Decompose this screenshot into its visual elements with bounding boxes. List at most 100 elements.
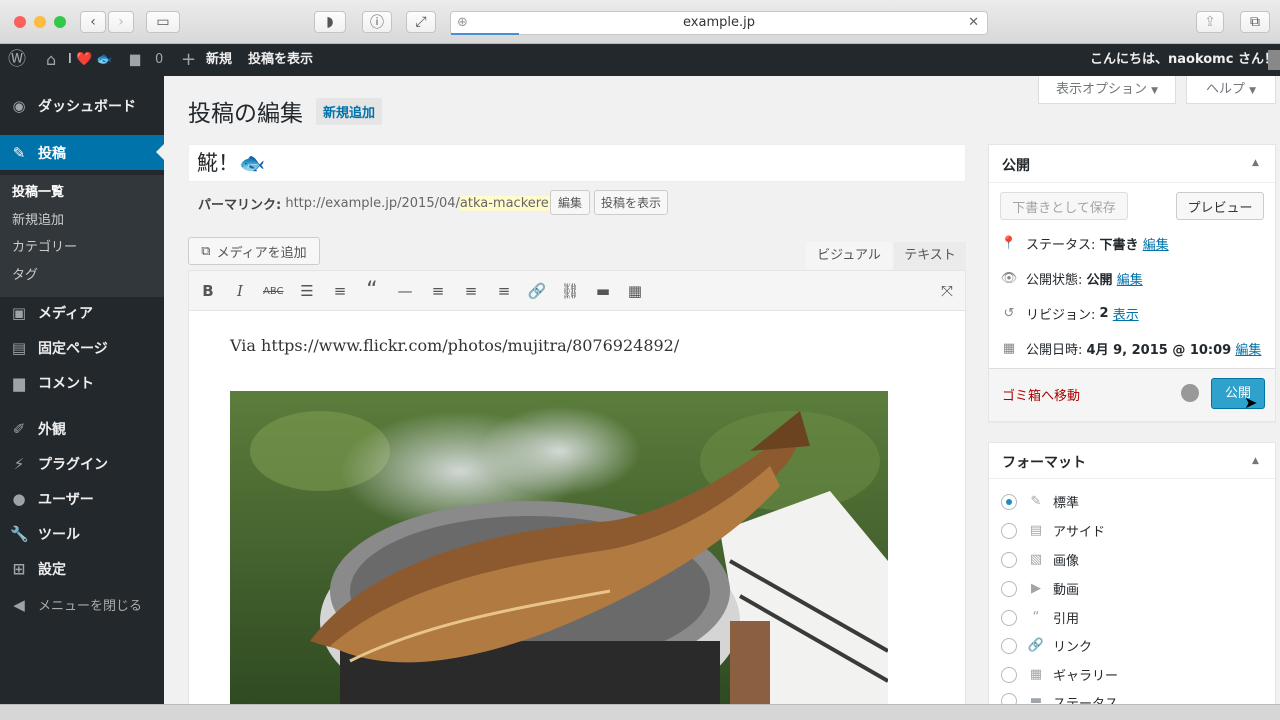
permalink-slug[interactable]: atka-mackerel: [459, 196, 553, 211]
browse-revisions-link[interactable]: 表示: [1113, 304, 1139, 323]
add-new-button[interactable]: 新規追加: [316, 98, 383, 125]
back-button[interactable]: ‹: [80, 11, 106, 33]
stop-loading-icon[interactable]: ✕: [968, 12, 979, 34]
greeting[interactable]: こんにちは、naokomc さん！: [1090, 44, 1277, 76]
avatar[interactable]: [1268, 50, 1280, 70]
radio-button[interactable]: [1001, 609, 1017, 626]
submenu-all-posts[interactable]: 投稿一覧: [12, 181, 64, 200]
fullscreen-icon[interactable]: ⤧: [937, 282, 957, 300]
sidebar-item-tools[interactable]: 🔧 ツール: [0, 516, 164, 551]
radio-button[interactable]: [1001, 693, 1017, 704]
sidebar-item-comments[interactable]: ▆ コメント: [0, 365, 164, 400]
sidebar-item-posts[interactable]: ✎ 投稿: [0, 135, 164, 170]
info-icon: ⓘ: [370, 15, 384, 31]
screen-options-tab[interactable]: 表示オプション ▼: [1038, 76, 1176, 104]
bold-icon[interactable]: B: [198, 282, 218, 300]
post-image[interactable]: [230, 391, 888, 704]
sidebar-item-dashboard[interactable]: ◉ ダッシュボード: [0, 88, 164, 123]
tab-visual[interactable]: ビジュアル: [806, 242, 892, 270]
align-right-icon[interactable]: ≡: [494, 282, 514, 300]
info-button[interactable]: ⓘ: [362, 11, 392, 33]
edit-permalink-button[interactable]: 編集: [550, 190, 590, 215]
sidebar-item-appearance[interactable]: ✐ 外観: [0, 411, 164, 446]
edit-date-link[interactable]: 編集: [1235, 339, 1261, 358]
view-post-button[interactable]: 投稿を表示: [594, 190, 668, 215]
fullscreen-button[interactable]: ⤢: [406, 11, 436, 33]
permalink-label: パーマリンク:: [198, 198, 282, 213]
format-option-aside[interactable]: ▤ アサイド: [1001, 521, 1105, 540]
add-media-button[interactable]: ⧉ メディアを追加: [188, 237, 320, 265]
edit-visibility-link[interactable]: 編集: [1117, 269, 1143, 288]
read-more-icon[interactable]: ▬: [593, 282, 613, 300]
triangle-down-icon: ▼: [1151, 86, 1159, 96]
post-title-input[interactable]: 𩸽！🐟: [188, 144, 966, 182]
visibility-value: 公開: [1086, 273, 1113, 288]
radio-button[interactable]: [1001, 580, 1017, 597]
radio-button[interactable]: [1001, 666, 1017, 683]
submenu-categories[interactable]: カテゴリー: [12, 236, 77, 255]
align-center-icon[interactable]: ≡: [461, 282, 481, 300]
home-icon[interactable]: ⌂: [46, 44, 56, 76]
revisions-label: リビジョン:: [1026, 308, 1096, 323]
collapse-triangle-icon[interactable]: ▲: [1252, 158, 1259, 168]
preview-button[interactable]: プレビュー: [1176, 192, 1264, 220]
sidebar-item-settings[interactable]: ⊞ 設定: [0, 551, 164, 586]
view-post-link[interactable]: 投稿を表示: [248, 44, 313, 76]
trash-link[interactable]: ゴミ箱へ移動: [1002, 385, 1080, 404]
toolbar-toggle-icon[interactable]: ▦: [625, 282, 645, 300]
sidebar-item-plugins[interactable]: ⚡ プラグイン: [0, 446, 164, 481]
horizontal-line-icon[interactable]: —: [395, 282, 415, 300]
sidebar-item-media[interactable]: ▣ メディア: [0, 295, 164, 330]
radio-button[interactable]: [1001, 493, 1017, 510]
unlink-icon[interactable]: ⛓: [560, 282, 580, 300]
radio-button[interactable]: [1001, 551, 1017, 568]
forward-button[interactable]: ›: [108, 11, 134, 33]
align-left-icon[interactable]: ≡: [428, 282, 448, 300]
minimize-window-button[interactable]: [34, 16, 46, 28]
bullet-list-icon[interactable]: ☰: [297, 282, 317, 300]
comment-bubble-icon[interactable]: ▆: [130, 44, 140, 76]
radio-button[interactable]: [1001, 637, 1017, 654]
wordpress-logo-icon[interactable]: Ⓦ: [8, 44, 26, 76]
format-option-standard[interactable]: ✎ 標準: [1001, 492, 1079, 511]
tabs-overview-button[interactable]: ⧉: [1240, 11, 1270, 33]
gallery-icon: ▦: [1029, 667, 1043, 682]
close-window-button[interactable]: [14, 16, 26, 28]
help-tab[interactable]: ヘルプ ▼: [1186, 76, 1276, 104]
numbered-list-icon[interactable]: ≡: [330, 282, 350, 300]
address-bar[interactable]: ⊕ example.jp ✕: [450, 11, 988, 35]
pocket-button[interactable]: ◗: [314, 11, 346, 33]
save-draft-button[interactable]: 下書きとして保存: [1000, 192, 1128, 220]
format-option-gallery[interactable]: ▦ ギャラリー: [1001, 665, 1118, 684]
collapse-triangle-icon[interactable]: ▲: [1252, 456, 1259, 466]
sidebar-item-pages[interactable]: ▤ 固定ページ: [0, 330, 164, 365]
radio-button[interactable]: [1001, 522, 1017, 539]
new-content-link[interactable]: 新規: [206, 44, 232, 76]
submenu-tags[interactable]: タグ: [12, 264, 38, 283]
format-option-status[interactable]: ▬ ステータス: [1001, 693, 1118, 704]
submenu-add-new[interactable]: 新規追加: [12, 209, 64, 228]
link-icon[interactable]: 🔗: [527, 282, 547, 300]
sidebar-item-label: コメント: [38, 375, 94, 392]
format-option-image[interactable]: ▧ 画像: [1001, 550, 1079, 569]
format-label: 画像: [1053, 554, 1080, 569]
format-label: 引用: [1053, 612, 1080, 627]
format-option-video[interactable]: ▶ 動画: [1001, 579, 1079, 598]
permalink-base[interactable]: http://example.jp/2015/04/: [285, 196, 460, 211]
site-name[interactable]: I ❤️ 🐟: [68, 44, 112, 76]
zoom-window-button[interactable]: [54, 16, 66, 28]
format-option-quote[interactable]: “ 引用: [1001, 608, 1079, 627]
collapse-menu-button[interactable]: ◀ メニューを閉じる: [0, 587, 164, 622]
comments-count[interactable]: 0: [155, 44, 163, 76]
blockquote-icon[interactable]: “: [362, 278, 382, 303]
page-title: 投稿の編集: [188, 101, 303, 127]
format-option-link[interactable]: 🔗 リンク: [1001, 636, 1092, 655]
italic-icon[interactable]: I: [230, 282, 250, 300]
edit-status-link[interactable]: 編集: [1143, 234, 1169, 253]
pin-icon: ✎: [1030, 494, 1042, 509]
strikethrough-icon[interactable]: ABC: [263, 286, 284, 297]
sidebar-toggle-button[interactable]: ▭: [146, 11, 180, 33]
share-button[interactable]: ⇪: [1196, 11, 1224, 33]
sidebar-item-users[interactable]: ● ユーザー: [0, 481, 164, 516]
tab-text[interactable]: テキスト: [894, 242, 966, 270]
